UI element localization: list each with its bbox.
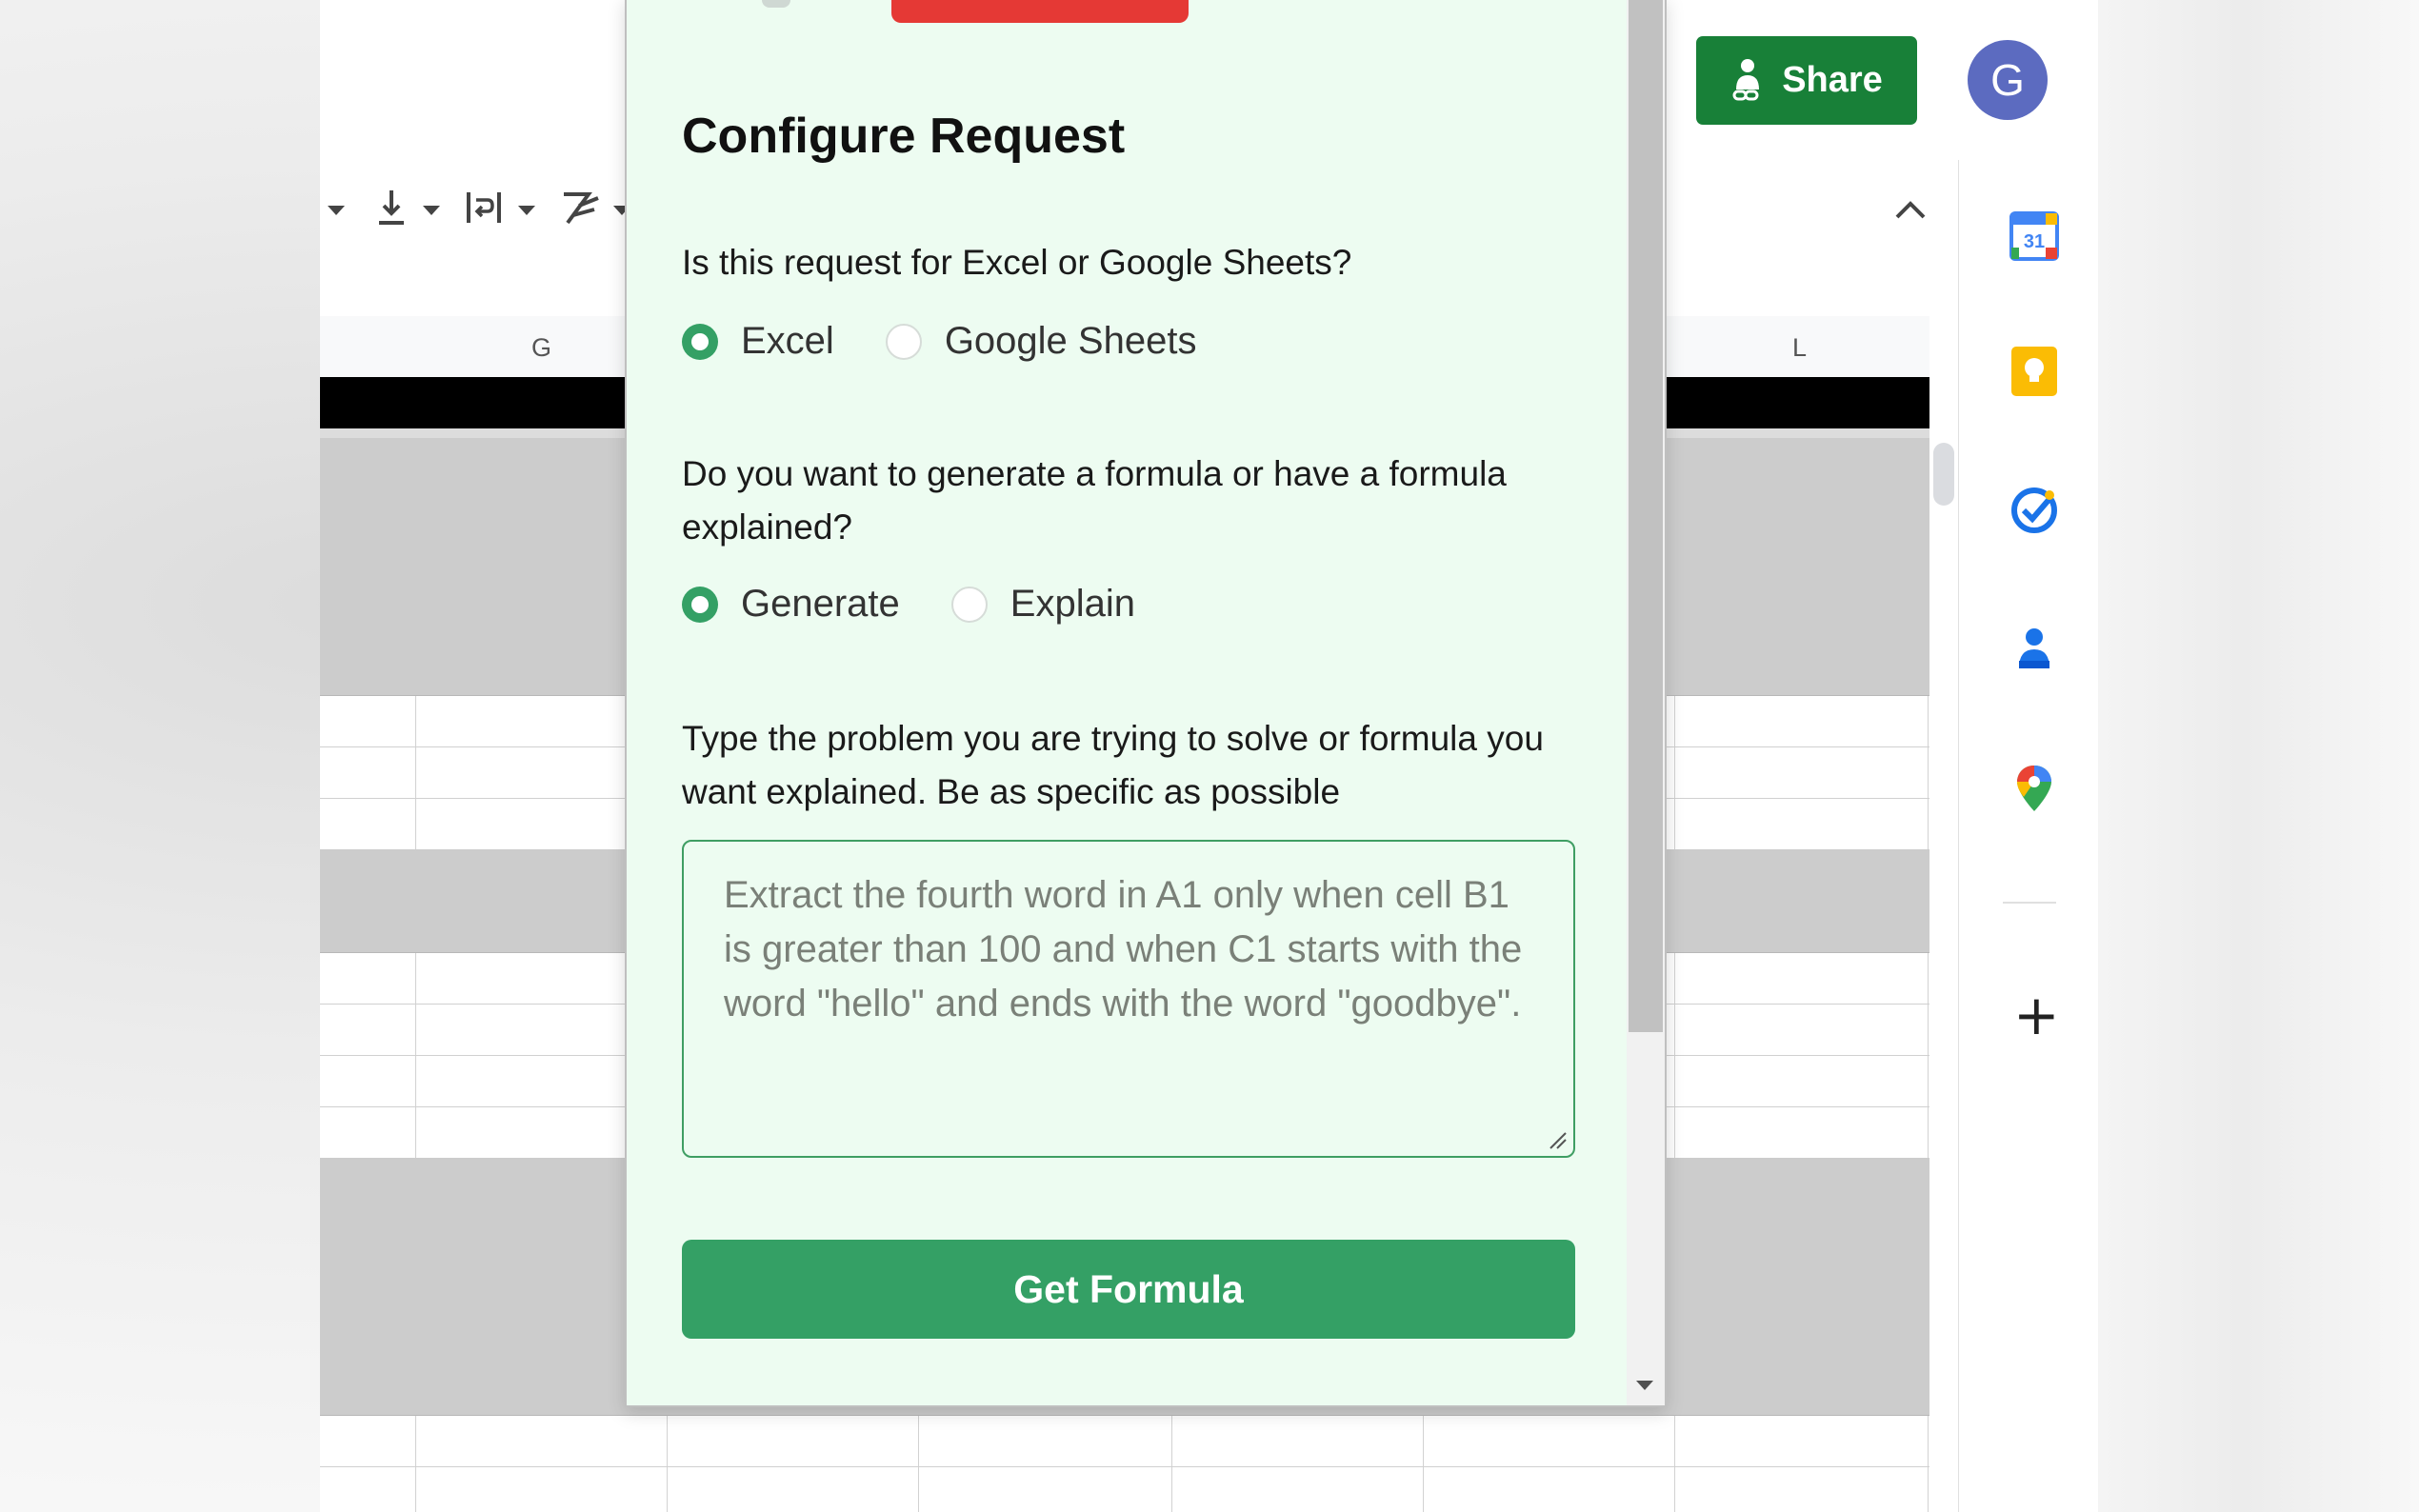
- text-rotation-icon[interactable]: [560, 187, 602, 229]
- share-button[interactable]: Share: [1696, 36, 1917, 125]
- dropdown-caret-icon[interactable]: [518, 206, 535, 215]
- radio-google-sheets-label[interactable]: Google Sheets: [945, 320, 1197, 363]
- formula-extension-popup: Configure Request Is this request for Ex…: [625, 0, 1667, 1407]
- column-header-l[interactable]: L: [1792, 333, 1807, 363]
- problem-textarea[interactable]: [682, 840, 1575, 1158]
- mode-radio-group: Generate Explain: [682, 583, 1187, 626]
- get-formula-button[interactable]: Get Formula: [682, 1240, 1575, 1339]
- platform-radio-group: Excel Google Sheets: [682, 320, 1248, 363]
- add-addon-plus-icon[interactable]: +: [2013, 987, 2060, 1043]
- mode-question: Do you want to generate a formula or hav…: [682, 454, 1507, 547]
- share-label: Share: [1782, 60, 1883, 100]
- tasks-icon[interactable]: [2008, 484, 2061, 537]
- collapse-toolbar-chevron-icon[interactable]: [1891, 190, 1929, 229]
- radio-excel-label[interactable]: Excel: [741, 320, 834, 363]
- table-row[interactable]: [320, 1466, 1929, 1512]
- textarea-resize-handle-icon[interactable]: [1547, 1129, 1568, 1150]
- platform-question: Is this request for Excel or Google Shee…: [682, 243, 1352, 282]
- side-panel-divider: [2003, 902, 2056, 904]
- maps-icon[interactable]: [2008, 762, 2061, 815]
- svg-text:31: 31: [2024, 231, 2045, 252]
- column-header-g[interactable]: G: [531, 333, 551, 363]
- radio-generate-label[interactable]: Generate: [741, 583, 900, 626]
- desktop-background: [2098, 0, 2419, 1512]
- dropdown-caret-icon[interactable]: [423, 206, 440, 215]
- calendar-icon[interactable]: 31: [2008, 209, 2061, 263]
- table-row[interactable]: [320, 1415, 1929, 1467]
- top-button-fragment[interactable]: [762, 0, 790, 8]
- popup-title: Configure Request: [682, 109, 1126, 164]
- radio-explain[interactable]: [950, 586, 988, 623]
- radio-google-sheets[interactable]: [885, 323, 922, 360]
- account-avatar[interactable]: G: [1968, 40, 2048, 120]
- text-wrap-icon[interactable]: [465, 189, 503, 227]
- vertical-align-icon[interactable]: [375, 187, 408, 229]
- popup-scrollbar-thumb[interactable]: [1629, 0, 1663, 1032]
- side-panel: 31: [1958, 160, 2098, 1512]
- radio-generate[interactable]: [682, 586, 718, 623]
- top-red-button[interactable]: [891, 0, 1189, 23]
- problem-question: Type the problem you are trying to solve…: [682, 719, 1544, 811]
- keep-icon[interactable]: [2008, 345, 2061, 398]
- share-person-icon: [1732, 58, 1760, 100]
- contacts-icon[interactable]: [2008, 623, 2061, 676]
- dropdown-caret-icon[interactable]: [328, 206, 345, 215]
- popup-scrollbar[interactable]: [1627, 0, 1665, 1405]
- scroll-down-arrow-icon[interactable]: [1636, 1381, 1653, 1390]
- radio-explain-label[interactable]: Explain: [1010, 583, 1135, 626]
- radio-excel[interactable]: [682, 323, 718, 360]
- grid-scrollbar-thumb[interactable]: [1933, 443, 1954, 506]
